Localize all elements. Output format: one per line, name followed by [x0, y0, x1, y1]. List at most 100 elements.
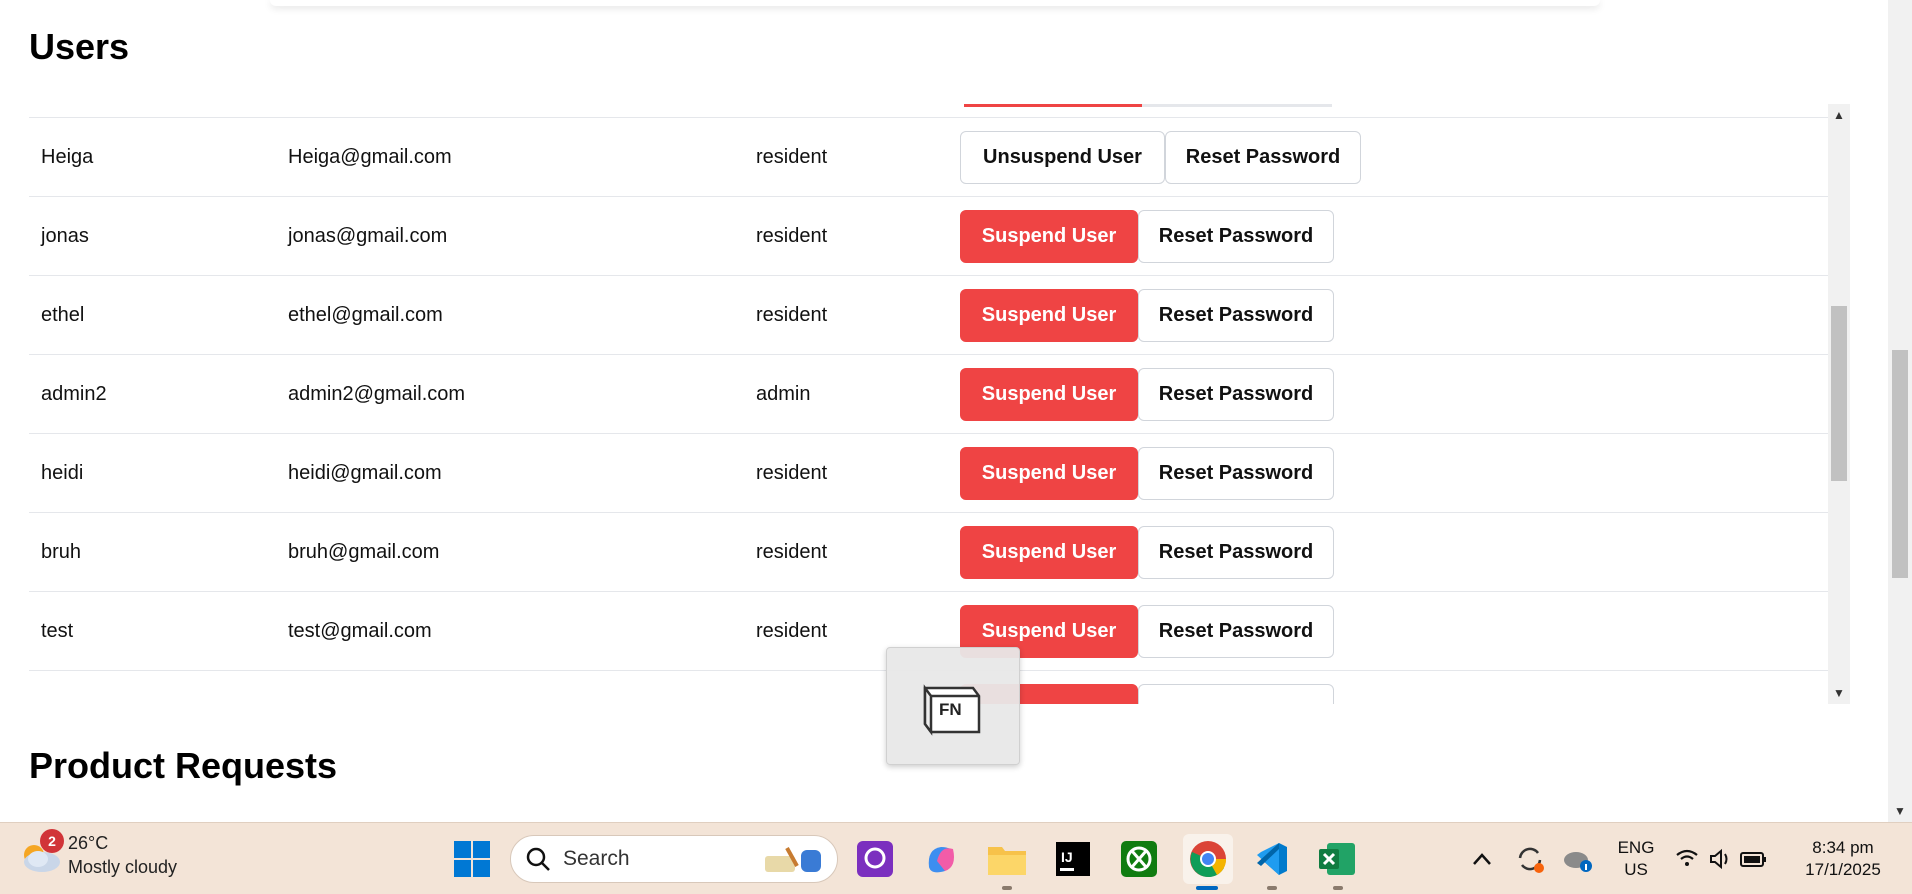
- language-indicator[interactable]: ENG US: [1604, 837, 1668, 881]
- unsuspend-user-button[interactable]: Unsuspend User: [960, 131, 1165, 184]
- user-role: admin: [756, 383, 811, 405]
- table-row: bruh bruh@gmail.com resident Suspend User Re…: [29, 512, 1829, 591]
- scroll-up-arrow-icon[interactable]: ▲: [1828, 108, 1850, 122]
- search-icon: [526, 847, 550, 871]
- user-email: ethel@gmail.com: [288, 304, 443, 326]
- users-heading: Users: [29, 26, 130, 67]
- keyboard-layout: US: [1624, 860, 1648, 879]
- sync-icon: [1518, 847, 1544, 873]
- weather-notification-badge: 2: [40, 829, 64, 853]
- user-name: jonas: [41, 225, 89, 247]
- user-actions: Suspend User Reset Password: [960, 526, 1334, 579]
- suspend-user-button[interactable]: Suspend User: [960, 210, 1138, 263]
- user-name: ethel: [41, 304, 85, 326]
- reset-password-button[interactable]: Reset Password: [1165, 131, 1361, 184]
- user-name: Heiga: [41, 146, 94, 168]
- clock[interactable]: 8:34 pm 17/1/2025: [1786, 837, 1900, 881]
- user-actions: Suspend User Reset Password: [960, 368, 1334, 421]
- language-code: ENG: [1617, 838, 1655, 857]
- intellij-icon: IJ: [1056, 842, 1090, 876]
- suspend-user-button[interactable]: Suspend User: [960, 447, 1138, 500]
- user-role: resident: [756, 146, 828, 168]
- user-email: bruh@gmail.com: [288, 541, 440, 563]
- users-table[interactable]: Heiga Heiga@gmail.com resident Unsuspend Us…: [29, 104, 1851, 704]
- weather-condition: Mostly cloudy: [68, 857, 178, 877]
- taskbar-app-excel[interactable]: [1315, 837, 1359, 881]
- product-requests-heading: Product Requests: [29, 745, 338, 786]
- taskbar-search[interactable]: Search: [510, 835, 838, 883]
- excel-icon: [1319, 843, 1355, 875]
- suspend-user-button[interactable]: Suspend User: [960, 526, 1138, 579]
- user-actions: Suspend User Reset Password: [960, 210, 1334, 263]
- table-scroll-thumb[interactable]: [1831, 306, 1847, 481]
- reset-password-button[interactable]: Reset Password: [1138, 368, 1334, 421]
- user-email: Heiga@gmail.com: [288, 146, 452, 168]
- user-name: heidi: [41, 462, 84, 484]
- reset-password-button[interactable]: Reset Password: [1138, 526, 1334, 579]
- suspend-user-button[interactable]: Suspend User: [960, 289, 1138, 342]
- excel-running-indicator: [1333, 886, 1343, 890]
- user-role: resident: [756, 541, 828, 563]
- vscode-icon: [1257, 843, 1287, 875]
- taskbar-app-copilot[interactable]: [919, 837, 963, 881]
- table-scrollbar[interactable]: ▲ ▼: [1828, 104, 1850, 704]
- reset-password-button[interactable]: Reset Password: [1138, 210, 1334, 263]
- partial-suspend-button: [964, 104, 1142, 107]
- clock-date: 17/1/2025: [1805, 860, 1881, 879]
- user-role: resident: [756, 462, 828, 484]
- taskbar-app-xbox[interactable]: [1117, 837, 1161, 881]
- fn-key-indicator: FN: [886, 647, 1020, 765]
- taskbar-app-vscode[interactable]: [1249, 837, 1293, 881]
- page-scrollbar[interactable]: ▼: [1888, 0, 1912, 822]
- user-email: heidi@gmail.com: [288, 462, 442, 484]
- explorer-running-indicator: [1002, 886, 1012, 890]
- sync-tray-button[interactable]: [1508, 837, 1552, 881]
- top-card-edge: [270, 0, 1600, 6]
- page-scroll-down-icon[interactable]: ▼: [1889, 804, 1911, 818]
- user-role: resident: [756, 225, 828, 247]
- onedrive-tray-button[interactable]: [1556, 837, 1600, 881]
- user-actions: Suspend User Reset Password: [960, 447, 1334, 500]
- user-actions: Unsuspend User Reset Password: [960, 131, 1361, 184]
- user-actions: Suspend User Reset Password: [960, 289, 1334, 342]
- user-name: test: [41, 620, 74, 642]
- table-row: Heiga Heiga@gmail.com resident Unsuspend Us…: [29, 117, 1829, 196]
- user-name: admin2: [41, 383, 107, 405]
- svg-text:IJ: IJ: [1061, 849, 1073, 865]
- reset-password-button[interactable]: Reset Password: [1138, 289, 1334, 342]
- user-email: test@gmail.com: [288, 620, 432, 642]
- page-scroll-thumb[interactable]: [1892, 350, 1908, 578]
- weather-widget[interactable]: 2 26°C Mostly cloudy: [18, 829, 178, 879]
- taskbar-app-file-explorer[interactable]: [985, 837, 1029, 881]
- weather-temperature: 26°C: [68, 833, 109, 853]
- user-name: bruh: [41, 541, 82, 563]
- purple-app-icon: [857, 841, 893, 877]
- clock-time: 8:34 pm: [1812, 838, 1874, 857]
- start-button[interactable]: [450, 837, 494, 881]
- scroll-down-arrow-icon[interactable]: ▼: [1828, 686, 1850, 700]
- user-role: resident: [756, 304, 828, 326]
- users-table-body: Heiga Heiga@gmail.com resident Unsuspend Us…: [29, 104, 1829, 704]
- taskbar-app-intellij[interactable]: IJ: [1051, 837, 1095, 881]
- table-row: admin2 admin2@gmail.com admin Suspend User R…: [29, 354, 1829, 433]
- svg-text:FN: FN: [939, 700, 962, 719]
- copilot-icon: [928, 847, 954, 873]
- chevron-up-icon: [1473, 853, 1491, 865]
- folder-icon: [988, 847, 1026, 875]
- user-email: jonas@gmail.com: [288, 225, 448, 247]
- table-row: ethel ethel@gmail.com resident Suspend User…: [29, 275, 1829, 354]
- user-email: admin2@gmail.com: [288, 383, 466, 405]
- table-row-partial: [29, 104, 1829, 117]
- fn-key-icon: FN: [923, 684, 981, 736]
- chrome-active-indicator: [1196, 886, 1218, 890]
- suspend-user-button[interactable]: Suspend User: [960, 368, 1138, 421]
- windows-logo-icon: [454, 841, 490, 877]
- reset-password-button[interactable]: Reset Password: [1138, 447, 1334, 500]
- search-placeholder: Search: [563, 847, 630, 870]
- reset-password-button[interactable]: Reset Password: [1138, 605, 1334, 658]
- show-hidden-icons-button[interactable]: [1460, 837, 1504, 881]
- user-role: resident: [756, 620, 828, 642]
- quick-settings-button[interactable]: [1670, 837, 1774, 881]
- taskbar-app-purple[interactable]: [853, 837, 897, 881]
- taskbar-app-chrome[interactable]: [1183, 834, 1233, 884]
